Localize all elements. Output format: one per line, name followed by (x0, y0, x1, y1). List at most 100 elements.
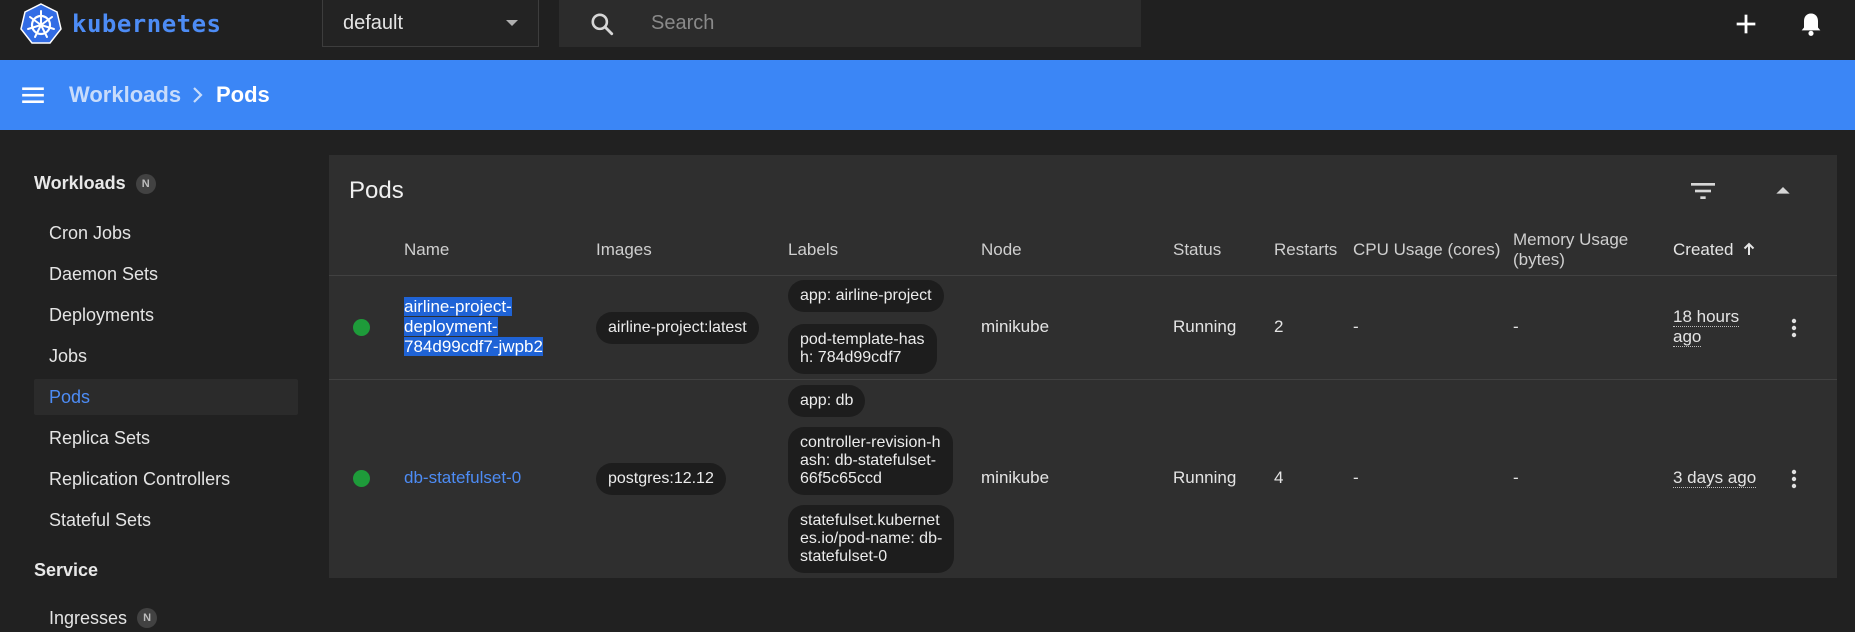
top-bar: kubernetes default (0, 0, 1855, 60)
column-header-memory-line1: Memory Usage (1513, 230, 1629, 249)
breadcrumb-toolbar: Workloads Pods (0, 60, 1855, 130)
card-title: Pods (349, 177, 404, 204)
label-chip-line: 66f5c65ccd (800, 470, 882, 487)
sidebar-item-deployments[interactable]: Deployments (34, 297, 298, 333)
sidebar-item-label: Cron Jobs (49, 222, 132, 243)
created-line: ago (1673, 327, 1702, 347)
app-title: kubernetes (72, 10, 222, 38)
sidebar-item-stateful-sets[interactable]: Stateful Sets (34, 502, 298, 538)
column-header-labels: Labels (788, 240, 839, 259)
pods-card: Pods Name Images Labels Node Status Rest… (329, 155, 1837, 578)
kubernetes-logo[interactable]: kubernetes (20, 2, 222, 46)
search-bar (559, 0, 1141, 47)
label-chip: app: db (788, 385, 866, 417)
namespaced-badge: N (135, 173, 156, 194)
breadcrumb-pods: Pods (216, 82, 270, 107)
sort-ascending-icon (1744, 242, 1755, 255)
notifications-icon[interactable] (1797, 10, 1825, 38)
cpu-cell: - (1353, 317, 1359, 336)
restarts-cell: 2 (1274, 317, 1284, 336)
restarts-cell: 4 (1274, 468, 1284, 487)
sidebar-item-label: Daemon Sets (49, 263, 159, 284)
sidebar-group-label: Workloads (34, 173, 126, 193)
sidebar-item-label: Replication Controllers (49, 468, 231, 489)
filter-icon[interactable] (1687, 175, 1719, 207)
chevron-right-icon (193, 87, 203, 103)
sidebar: Workloads N Cron Jobs Daemon Sets Deploy… (0, 130, 300, 632)
label-chip: pod-template-has h: 784d99cdf7 (788, 324, 937, 374)
pod-name-link[interactable]: airline-project- deployment- 784d99cdf7-… (404, 297, 543, 357)
created-cell: 3 days ago (1673, 468, 1757, 488)
node-cell: minikube (981, 468, 1050, 487)
column-header-created[interactable]: Created (1673, 240, 1756, 260)
created-line: 18 hours (1673, 307, 1740, 327)
search-input[interactable] (651, 8, 1121, 38)
pod-name-line: airline-project- (404, 297, 512, 316)
kubernetes-wheel-icon (20, 3, 62, 44)
pod-name-line: deployment- (404, 317, 498, 336)
sidebar-item-daemon-sets[interactable]: Daemon Sets (34, 256, 298, 292)
sidebar-item-label: Ingresses (49, 607, 128, 628)
image-chip: postgres:12.12 (596, 463, 726, 495)
status-running-icon (353, 319, 370, 336)
node-cell: minikube (981, 317, 1050, 336)
label-chip: app: airline-project (788, 280, 944, 312)
sidebar-group-workloads[interactable]: Workloads N (34, 173, 156, 194)
status-running-icon (353, 470, 370, 487)
namespaced-badge: N (137, 608, 158, 628)
memory-cell: - (1513, 468, 1519, 487)
more-actions-icon[interactable] (1782, 467, 1806, 491)
sidebar-item-replication-controllers[interactable]: Replication Controllers (34, 461, 298, 497)
label-chip-line: h: 784d99cdf7 (800, 349, 902, 366)
label-chip-line: ash: db-statefulset- (800, 452, 937, 469)
column-header-memory-line2: (bytes) (1513, 250, 1565, 269)
column-header-node: Node (981, 240, 1022, 259)
memory-cell: - (1513, 317, 1519, 336)
sidebar-item-replica-sets[interactable]: Replica Sets (34, 420, 298, 456)
breadcrumb-workloads[interactable]: Workloads (69, 82, 181, 108)
column-header-status: Status (1173, 240, 1222, 259)
label-chip-line: es.io/pod-name: db- (800, 530, 943, 547)
sidebar-item-cron-jobs[interactable]: Cron Jobs (34, 215, 298, 251)
created-cell: 18 hours ago (1673, 307, 1740, 347)
created-line: 3 days ago (1673, 468, 1757, 488)
label-chip-line: pod-template-has (800, 331, 925, 348)
column-header-memory: Memory Usage (bytes) (1513, 230, 1628, 270)
image-chip: airline-project:latest (596, 312, 759, 344)
label-chip: controller-revision-h ash: db-statefulse… (788, 427, 953, 495)
pod-name-line: 784d99cdf7-jwpb2 (404, 337, 543, 356)
column-header-name[interactable]: Name (404, 240, 449, 260)
namespace-value: default (343, 11, 404, 34)
status-cell: Running (1173, 317, 1237, 336)
label-chip-line: controller-revision-h (800, 434, 941, 451)
sidebar-item-pods[interactable]: Pods (34, 379, 298, 415)
column-header-restarts: Restarts (1274, 240, 1338, 259)
collapse-icon[interactable] (1767, 175, 1799, 207)
sidebar-item-label: Stateful Sets (49, 509, 152, 530)
sidebar-item-label: Replica Sets (49, 427, 151, 448)
menu-icon[interactable] (20, 82, 46, 108)
caret-down-icon (506, 20, 518, 26)
namespace-select[interactable]: default (322, 0, 539, 47)
sidebar-group-label: Service (34, 560, 99, 580)
column-header-images: Images (596, 240, 652, 259)
cpu-cell: - (1353, 468, 1359, 487)
column-header-cpu: CPU Usage (cores) (1353, 240, 1501, 259)
label-chip-line: statefulset.kubernet (800, 512, 940, 529)
header-divider (329, 275, 1837, 276)
more-actions-icon[interactable] (1782, 316, 1806, 340)
pod-name-line: db-statefulset-0 (404, 468, 522, 487)
label-chip-line: statefulset-0 (800, 548, 888, 565)
sidebar-item-jobs[interactable]: Jobs (34, 338, 298, 374)
sidebar-item-label: Jobs (49, 345, 88, 366)
sidebar-item-ingresses[interactable]: Ingresses N (34, 600, 298, 632)
sidebar-item-label: Pods (49, 386, 91, 407)
pod-name-link[interactable]: db-statefulset-0 (404, 468, 521, 488)
status-cell: Running (1173, 468, 1237, 487)
row-divider (329, 379, 1837, 380)
label-chip: statefulset.kubernet es.io/pod-name: db-… (788, 505, 955, 573)
column-header-created-label: Created (1673, 240, 1734, 259)
search-icon[interactable] (589, 11, 615, 37)
sidebar-group-service[interactable]: Service (34, 560, 98, 581)
add-icon[interactable] (1732, 10, 1760, 38)
